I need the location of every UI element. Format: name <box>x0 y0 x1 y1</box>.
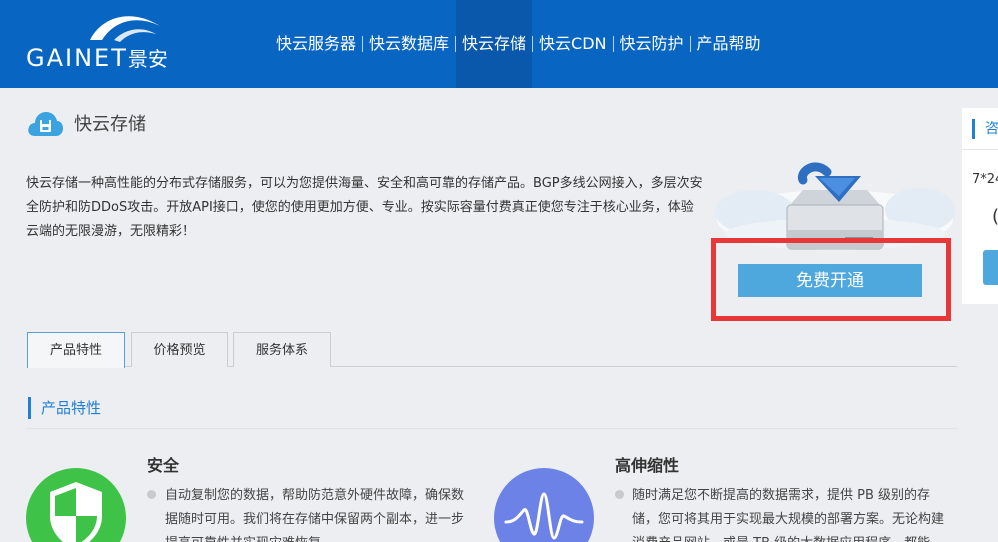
logo-wordmark: GAINET景安 <box>26 44 168 72</box>
consult-button[interactable] <box>983 250 998 285</box>
page-title-text: 快云存储 <box>74 114 146 135</box>
product-description: 快云存储一种高性能的分布式存储服务，可以为您提供海量、安全和高可靠的存储产品。B… <box>26 176 703 239</box>
feature-text-security: 自动复制您的数据，帮助防范意外硬件故障，确保数据随时可用。我们将在存储中保留两个… <box>165 488 465 542</box>
consult-hours: 7*24 <box>972 172 998 187</box>
gainet-logo[interactable]: GAINET景安 <box>26 10 226 74</box>
tab-service-system[interactable]: 服务体系 <box>233 332 331 367</box>
cloud-storage-icon <box>28 112 63 136</box>
nav-item-kuaiyun-database[interactable]: 快云数据库 <box>363 0 455 88</box>
consult-title: 咨 <box>985 121 998 137</box>
main-nav: 快云服务器 快云数据库 快云存储 快云CDN 快云防护 产品帮助 <box>270 0 767 88</box>
feature-title-scalability: 高伸缩性 <box>615 456 680 475</box>
free-activate-button[interactable]: 免费开通 <box>738 264 922 297</box>
consult-phone-fragment: ( <box>992 206 998 227</box>
nav-item-kuaiyun-cdn[interactable]: 快云CDN <box>533 0 612 88</box>
bullet-dot <box>147 490 156 499</box>
feature-title-security: 安全 <box>147 456 180 475</box>
section-divider <box>27 428 957 429</box>
nav-item-kuaiyun-storage[interactable]: 快云存储 <box>456 0 533 88</box>
product-tabs: 产品特性 价格预览 服务体系 <box>27 332 957 368</box>
nav-item-product-help[interactable]: 产品帮助 <box>691 0 767 88</box>
feature-text-scalability: 随时满足您不断提高的数据需求，提供 PB 级别的存储，您可将其用于实现最大规模的… <box>632 488 945 542</box>
consult-accent-bar <box>972 119 975 139</box>
tab-price-preview[interactable]: 价格预览 <box>131 332 228 367</box>
page-title: 快云存储 <box>26 108 146 138</box>
wave-icon <box>494 468 594 542</box>
bullet-dot <box>615 490 624 499</box>
shield-icon <box>26 468 126 542</box>
nav-item-kuaiyun-server[interactable]: 快云服务器 <box>270 0 362 88</box>
nav-item-kuaiyun-protection[interactable]: 快云防护 <box>614 0 690 88</box>
top-header: GAINET景安 快云服务器 快云数据库 快云存储 快云CDN 快云防护 产品帮… <box>0 0 998 88</box>
tab-product-features[interactable]: 产品特性 <box>27 332 125 368</box>
section-title: 产品特性 <box>28 397 101 419</box>
logo-swoosh-icon <box>90 16 160 42</box>
